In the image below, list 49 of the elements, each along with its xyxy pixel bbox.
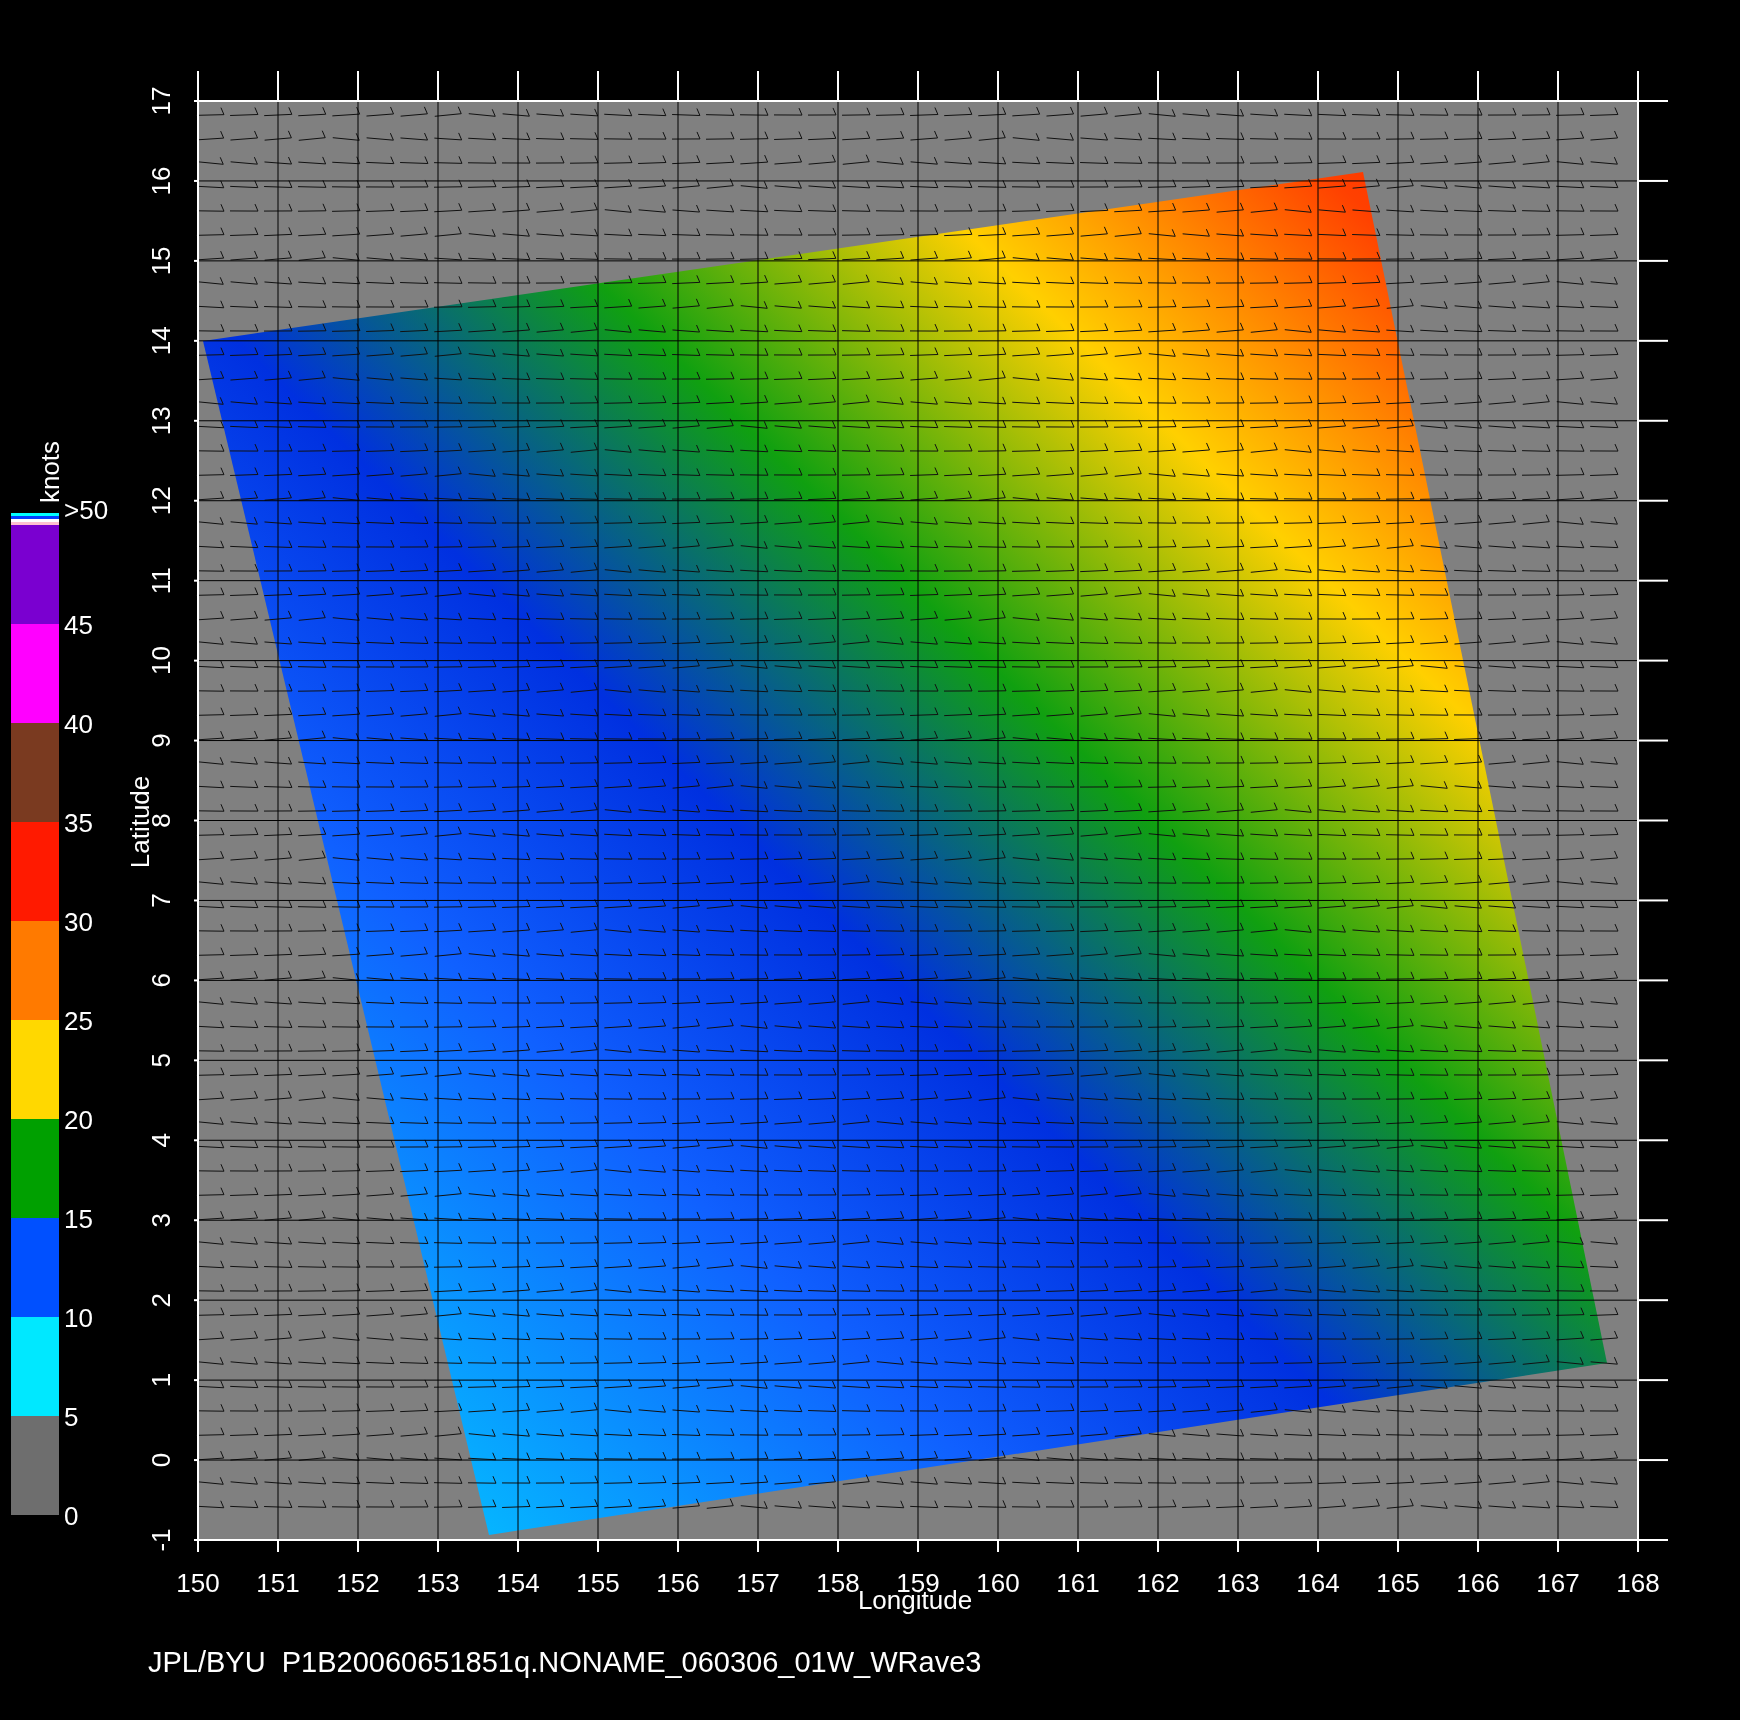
colorbar-label: 0 xyxy=(64,1501,79,1531)
y-tick-label: 0 xyxy=(146,1452,176,1468)
x-tick-label: 155 xyxy=(576,1568,620,1598)
colorbar-title: knots xyxy=(35,440,65,504)
y-tick-label: 9 xyxy=(146,733,176,748)
y-tick-label: 5 xyxy=(146,1053,176,1068)
colorbar-label: 25 xyxy=(64,1006,93,1036)
y-tick-label: 6 xyxy=(146,973,176,988)
x-tick-label: 160 xyxy=(976,1568,1020,1598)
x-tick-label: 151 xyxy=(256,1568,300,1598)
x-tick-label: 162 xyxy=(1136,1568,1180,1598)
colorbar-label: 35 xyxy=(64,808,93,838)
y-tick-label: 14 xyxy=(146,326,176,356)
x-tick-label: 150 xyxy=(176,1568,220,1598)
y-tick-label: 2 xyxy=(146,1292,176,1308)
x-tick-label: 163 xyxy=(1216,1568,1260,1598)
x-tick-label: 153 xyxy=(416,1568,460,1598)
y-tick-label: 11 xyxy=(146,567,176,595)
x-tick-label: 154 xyxy=(496,1568,540,1598)
y-tick-label: 15 xyxy=(146,246,176,276)
x-tick-label: 157 xyxy=(736,1568,780,1598)
x-tick-label: 158 xyxy=(816,1568,860,1598)
footer-caption: JPL/BYU P1B20060651851q.NONAME_060306_01W_WRave3 xyxy=(148,1646,982,1678)
y-tick-label: 16 xyxy=(146,166,176,196)
y-tick-label: 12 xyxy=(146,486,176,516)
y-tick-label: 10 xyxy=(146,646,176,676)
colorbar-label: 45 xyxy=(64,610,93,640)
x-tick-label: 165 xyxy=(1376,1568,1420,1598)
colorbar-label: 10 xyxy=(64,1303,93,1333)
y-tick-label: -1 xyxy=(146,1528,176,1552)
x-tick-label: 164 xyxy=(1296,1568,1340,1598)
y-tick-label: 4 xyxy=(146,1133,176,1148)
x-tick-label: 152 xyxy=(336,1568,380,1598)
colorbar-label: 5 xyxy=(64,1402,79,1432)
x-tick-label: 156 xyxy=(656,1568,700,1598)
x-tick-label: 166 xyxy=(1456,1568,1500,1598)
x-tick-label: 161 xyxy=(1056,1568,1100,1598)
y-tick-label: 1 xyxy=(146,1372,176,1388)
y-tick-label: 13 xyxy=(146,406,176,436)
colorbar-label: >50 xyxy=(64,495,109,525)
colorbar-label: 40 xyxy=(64,709,93,739)
y-tick-label: 3 xyxy=(146,1213,176,1228)
y-tick-label: 7 xyxy=(146,893,176,908)
x-tick-label: 168 xyxy=(1616,1568,1660,1598)
colorbar-label: 20 xyxy=(64,1105,93,1135)
colorbar-label: 15 xyxy=(64,1204,93,1234)
x-tick-label: 167 xyxy=(1536,1568,1580,1598)
colorbar-label: 30 xyxy=(64,907,93,937)
y-tick-label: 17 xyxy=(146,86,176,116)
